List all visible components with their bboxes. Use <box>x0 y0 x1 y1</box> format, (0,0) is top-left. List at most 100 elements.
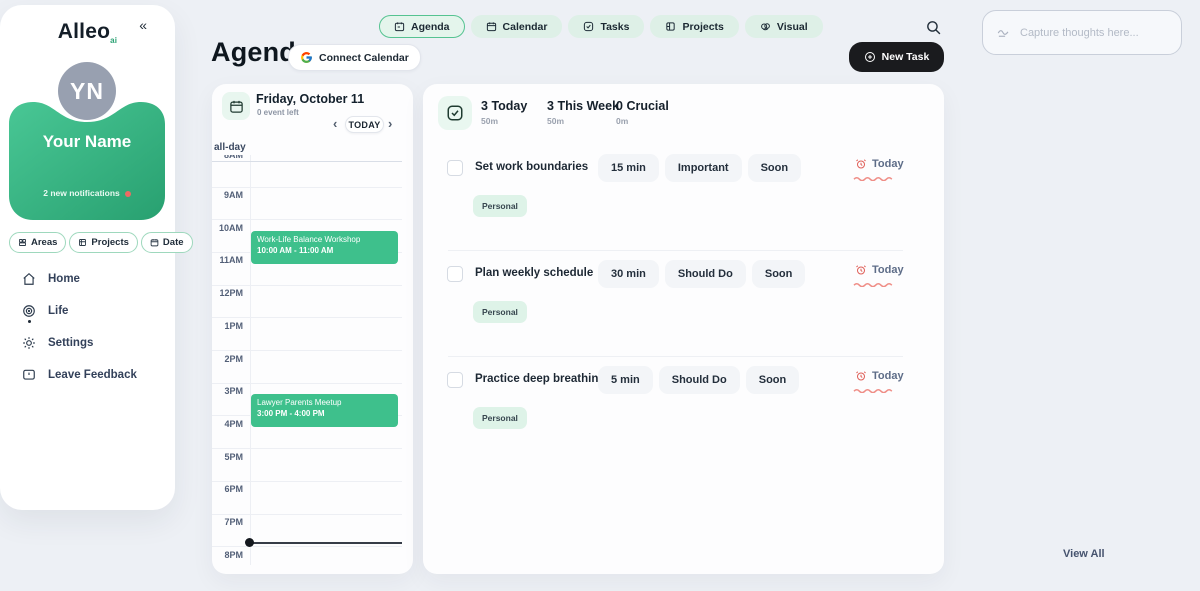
stat-today: 3 Today 50m <box>481 99 527 126</box>
avatar[interactable]: YN <box>58 62 116 120</box>
notifications-label[interactable]: 2 new notifications <box>9 188 165 198</box>
sidebar: Alleoai « YN Your Name 2 new notificatio… <box>0 5 175 510</box>
row-divider <box>448 356 903 357</box>
notification-dot <box>125 191 131 197</box>
tab-calendar[interactable]: Calendar <box>471 15 563 38</box>
hour-line <box>212 317 402 318</box>
calendar-grid: all-day 8AM9AM10AM11AM12PM1PM2PM3PM4PM5P… <box>212 140 402 574</box>
filter-date[interactable]: Date <box>141 232 193 253</box>
sidebar-item-home[interactable]: Home <box>22 271 162 287</box>
time-label: 6PM <box>212 484 243 494</box>
calendar-card: Friday, October 11 0 event left ‹ TODAY … <box>212 84 413 574</box>
today-button[interactable]: TODAY <box>345 116 384 133</box>
event-title: Work-Life Balance Workshop <box>257 235 392 245</box>
stat-crucial-duration: 0m <box>616 116 669 126</box>
duration-pill[interactable]: 30 min <box>598 260 659 288</box>
row-divider <box>448 250 903 251</box>
priority-pill[interactable]: Should Do <box>665 260 746 288</box>
logo-suffix: ai <box>110 36 117 45</box>
time-label: 7PM <box>212 517 243 527</box>
when-pill[interactable]: Soon <box>746 366 800 394</box>
profile-name: Your Name <box>9 132 165 152</box>
event-time: 3:00 PM - 4:00 PM <box>257 408 392 419</box>
sidebar-item-life[interactable]: Life <box>22 303 162 319</box>
tasks-icon <box>583 21 594 32</box>
alarm-clock-icon <box>855 158 867 170</box>
time-label: 9AM <box>212 190 243 200</box>
projects-icon <box>78 238 87 247</box>
filter-row: Areas Projects Date <box>9 232 166 253</box>
when-pill[interactable]: Soon <box>748 154 802 182</box>
priority-pill[interactable]: Important <box>665 154 742 182</box>
hour-line <box>212 187 402 188</box>
stat-crucial: 0 Crucial 0m <box>616 99 669 126</box>
filter-projects[interactable]: Projects <box>69 232 138 253</box>
duration-pill[interactable]: 15 min <box>598 154 659 182</box>
filter-areas[interactable]: Areas <box>9 232 66 253</box>
all-day-label: all-day <box>214 142 246 153</box>
target-icon <box>22 304 36 318</box>
due-underline-squiggle <box>853 388 897 393</box>
task-row: Plan weekly schedule 30 min Should Do So… <box>447 263 912 363</box>
time-column-divider <box>250 140 251 565</box>
capture-thoughts-input[interactable] <box>1020 27 1167 39</box>
when-pill[interactable]: Soon <box>752 260 806 288</box>
time-label: 12PM <box>212 288 243 298</box>
app-logo: Alleoai <box>0 20 175 45</box>
task-row: Set work boundaries 15 min Important Soo… <box>447 157 912 257</box>
calendar-date-title: Friday, October 11 <box>256 92 364 106</box>
view-all-link[interactable]: View All <box>1063 548 1105 560</box>
feedback-icon <box>22 368 36 382</box>
due-badge[interactable]: Today <box>855 370 904 382</box>
stat-this-week-duration: 50m <box>547 116 619 126</box>
task-tag-personal[interactable]: Personal <box>473 195 527 217</box>
due-underline-squiggle <box>853 176 897 181</box>
task-title[interactable]: Set work boundaries <box>475 161 588 173</box>
areas-icon <box>18 238 27 247</box>
sidebar-item-leave-feedback[interactable]: Leave Feedback <box>22 367 162 383</box>
events-left-label: 0 event left <box>257 108 299 117</box>
task-checkbox[interactable] <box>447 266 463 282</box>
hour-line <box>212 481 402 482</box>
connect-calendar-button[interactable]: Connect Calendar <box>288 44 421 71</box>
alarm-clock-icon <box>855 264 867 276</box>
sidebar-collapse-icon[interactable]: « <box>139 17 147 33</box>
main-tabs: Agenda Calendar Tasks Projects Visual <box>379 15 823 38</box>
date-icon <box>150 238 159 247</box>
current-time-dot[interactable] <box>245 538 254 547</box>
tab-visual[interactable]: Visual <box>745 15 823 38</box>
sidebar-item-settings[interactable]: Settings <box>22 335 162 351</box>
alarm-clock-icon <box>855 370 867 382</box>
priority-pill[interactable]: Should Do <box>659 366 740 394</box>
task-checkbox[interactable] <box>447 160 463 176</box>
capture-thoughts-box[interactable] <box>982 10 1182 55</box>
search-icon[interactable] <box>925 19 942 36</box>
gear-icon <box>22 336 36 350</box>
calendar-event[interactable]: Lawyer Parents Meetup3:00 PM - 4:00 PM <box>251 394 398 427</box>
new-task-button[interactable]: New Task <box>849 42 944 72</box>
tasks-card: 3 Today 50m 3 This Week 50m 0 Crucial 0m… <box>423 84 944 574</box>
calendar-prev-icon[interactable]: ‹ <box>333 116 337 131</box>
hour-line <box>212 350 402 351</box>
tab-projects[interactable]: Projects <box>650 15 738 38</box>
task-title[interactable]: Plan weekly schedule <box>475 267 593 279</box>
active-page-dot <box>28 320 31 323</box>
due-badge[interactable]: Today <box>855 264 904 276</box>
tab-agenda[interactable]: Agenda <box>379 15 465 38</box>
task-tag-personal[interactable]: Personal <box>473 301 527 323</box>
due-badge[interactable]: Today <box>855 158 904 170</box>
time-label: 2PM <box>212 354 243 364</box>
tasks-header-icon <box>438 96 472 130</box>
duration-pill[interactable]: 5 min <box>598 366 653 394</box>
stat-this-week: 3 This Week 50m <box>547 99 619 126</box>
time-label: 3PM <box>212 386 243 396</box>
task-checkbox[interactable] <box>447 372 463 388</box>
calendar-event[interactable]: Work-Life Balance Workshop10:00 AM - 11:… <box>251 231 398 264</box>
projects-tab-icon <box>665 21 676 32</box>
task-title[interactable]: Practice deep breathing <box>475 373 605 385</box>
stat-today-duration: 50m <box>481 116 527 126</box>
home-icon <box>22 272 36 286</box>
calendar-next-icon[interactable]: › <box>388 116 392 131</box>
task-tag-personal[interactable]: Personal <box>473 407 527 429</box>
tab-tasks[interactable]: Tasks <box>568 15 644 38</box>
